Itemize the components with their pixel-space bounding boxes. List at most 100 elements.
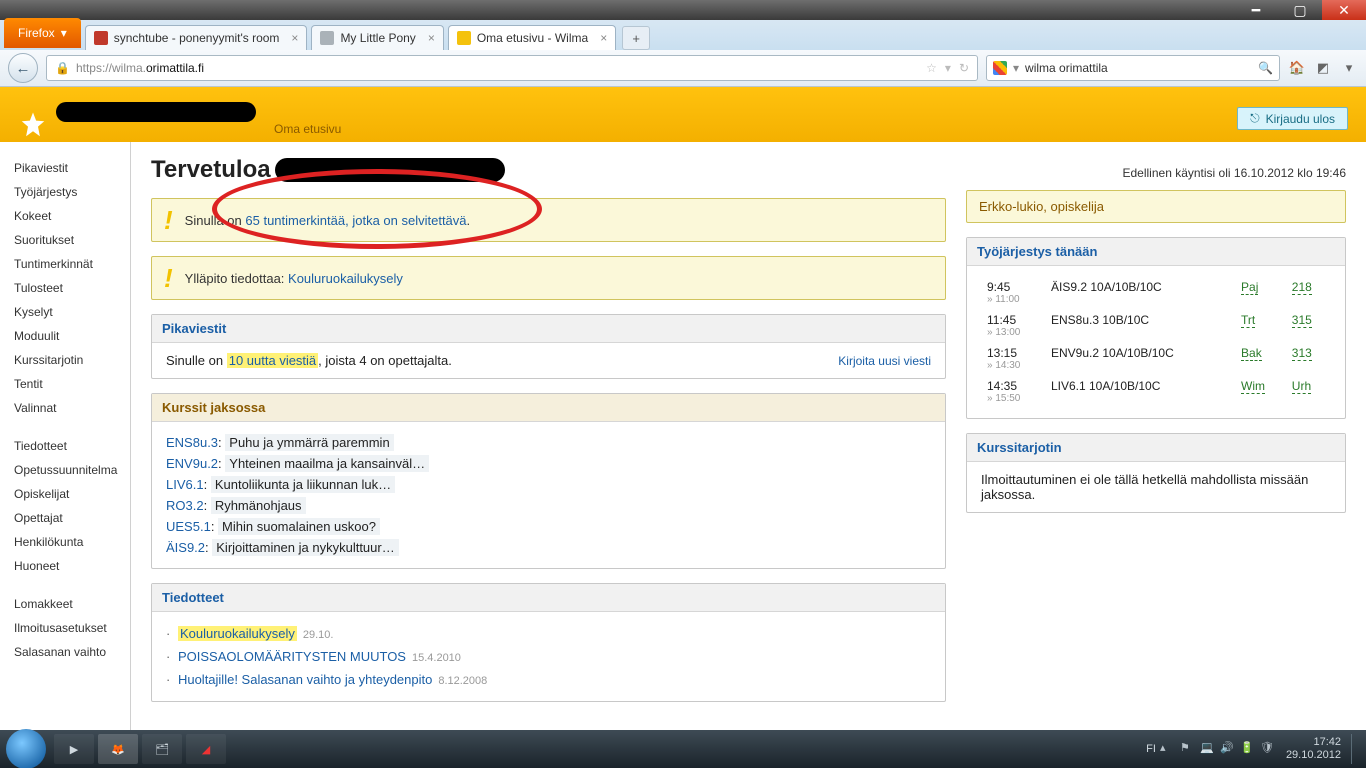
sidebar-item[interactable]: Työjärjestys <box>0 180 130 204</box>
language-indicator[interactable]: FI <box>1146 743 1156 755</box>
course-item[interactable]: ENV9u.2: Yhteinen maailma ja kansainväl… <box>166 453 931 474</box>
tray-network-icon[interactable]: 💻 <box>1200 741 1216 757</box>
tt-teacher-link[interactable]: Wim <box>1241 379 1265 394</box>
sidebar-item[interactable]: Lomakkeet <box>0 592 130 616</box>
tray-volume-icon[interactable]: 🔊 <box>1220 741 1236 757</box>
bulletin-link[interactable]: POISSAOLOMÄÄRITYSTEN MUUTOS <box>178 649 406 664</box>
new-tab-button[interactable]: + <box>622 26 650 50</box>
start-button[interactable] <box>6 729 46 768</box>
sidebar-item[interactable]: Opettajat <box>0 506 130 530</box>
sidebar-item[interactable]: Suoritukset <box>0 228 130 252</box>
course-code[interactable]: ENV9u.2 <box>166 456 218 471</box>
browser-tab[interactable]: My Little Pony× <box>311 25 443 50</box>
course-item[interactable]: ÄIS9.2: Kirjoittaminen ja nykykulttuur… <box>166 537 931 558</box>
tt-time: 11:45» 13:00 <box>981 309 1045 342</box>
tray-show-hidden-icon[interactable]: ▴ <box>1160 741 1176 757</box>
warning-icon: ! <box>164 207 173 233</box>
browser-search-bar[interactable]: ▾ wilma orimattila 🔍 <box>986 55 1280 81</box>
firefox-menu-button[interactable]: Firefox ▾ <box>4 18 81 48</box>
sidebar-item[interactable]: Ilmoitusasetukset <box>0 616 130 640</box>
tt-teacher-link[interactable]: Trt <box>1241 313 1255 328</box>
courses-panel: Kurssit jaksossa ENS8u.3: Puhu ja ymmärr… <box>151 393 946 569</box>
course-item[interactable]: ENS8u.3: Puhu ja ymmärrä paremmin <box>166 432 931 453</box>
back-button[interactable]: ← <box>8 53 38 83</box>
compose-message-link[interactable]: Kirjoita uusi viesti <box>838 354 931 368</box>
sidebar-item[interactable]: Opiskelijat <box>0 482 130 506</box>
course-code[interactable]: LIV6.1 <box>166 477 204 492</box>
course-item[interactable]: UES5.1: Mihin suomalainen uskoo? <box>166 516 931 537</box>
sidebar-item[interactable]: Opetussuunnitelma <box>0 458 130 482</box>
tt-room-link[interactable]: Urh <box>1292 379 1311 394</box>
tray-action-center-icon[interactable]: ⚑ <box>1180 741 1196 757</box>
window-close-button[interactable]: ✕ <box>1322 0 1366 20</box>
tray-security-icon[interactable]: 🛡 <box>1260 741 1276 757</box>
tt-teacher-link[interactable]: Paj <box>1241 280 1258 295</box>
reload-icon[interactable]: ↻ <box>959 61 969 75</box>
tt-room-link[interactable]: 218 <box>1292 280 1312 295</box>
browser-tab[interactable]: synchtube - ponenyymit's room× <box>85 25 308 50</box>
tt-teacher-link[interactable]: Bak <box>1241 346 1262 361</box>
url-text: https://wilma.orimattila.fi <box>76 61 204 75</box>
home-icon[interactable]: 🏠 <box>1288 59 1306 77</box>
sidebar-item[interactable]: Henkilökunta <box>0 530 130 554</box>
course-name: Ryhmänohjaus <box>211 497 306 514</box>
new-messages-link[interactable]: 10 uutta viestiä <box>227 353 318 368</box>
bookmark-star-icon[interactable]: ☆ <box>926 61 937 75</box>
sidebar-item[interactable]: Huoneet <box>0 554 130 578</box>
taskbar-clock[interactable]: 17:42 29.10.2012 <box>1286 736 1341 762</box>
tray-battery-icon[interactable]: 🔋 <box>1240 741 1256 757</box>
dropdown-indicator-icon[interactable]: ▾ <box>1013 61 1019 75</box>
tab-close-icon[interactable]: × <box>600 31 607 45</box>
sidebar-item[interactable]: Kurssitarjotin <box>0 348 130 372</box>
sidebar-item[interactable]: Kyselyt <box>0 300 130 324</box>
bulletin-link[interactable]: Huoltajille! Salasanan vaihto ja yhteyde… <box>178 672 432 687</box>
bulletin-item: Kouluruokailukysely 29.10. <box>166 622 931 645</box>
sidebar-item[interactable]: Tulosteet <box>0 276 130 300</box>
timetable-heading: Työjärjestys tänään <box>967 238 1345 266</box>
course-name: Puhu ja ymmärrä paremmin <box>225 434 393 451</box>
taskbar-app-explorer[interactable]: 🗂 <box>142 734 182 764</box>
tab-close-icon[interactable]: × <box>291 31 298 45</box>
chevron-down-icon[interactable]: ▾ <box>1340 59 1358 77</box>
sidebar-item[interactable]: Salasanan vaihto <box>0 640 130 664</box>
home-breadcrumb[interactable]: Oma etusivu <box>274 122 341 136</box>
bulletin-date: 29.10. <box>303 629 334 641</box>
dropdown-indicator-icon[interactable]: ▾ <box>945 61 951 75</box>
taskbar-app-mediaplayer[interactable]: ▶ <box>54 734 94 764</box>
sidebar-item[interactable]: Tuntimerkinnät <box>0 252 130 276</box>
course-code[interactable]: RO3.2 <box>166 498 204 513</box>
sidebar-item[interactable]: Tentit <box>0 372 130 396</box>
lock-icon: 🔒 <box>55 61 70 75</box>
browser-tab[interactable]: Oma etusivu - Wilma× <box>448 25 616 50</box>
course-code[interactable]: ENS8u.3 <box>166 435 218 450</box>
course-item[interactable]: RO3.2: Ryhmänohjaus <box>166 495 931 516</box>
url-bar[interactable]: 🔒 https://wilma.orimattila.fi ☆ ▾ ↻ <box>46 55 978 81</box>
wilma-logo-star-icon <box>18 110 48 140</box>
os-taskbar: ▶ 🦊 🗂 ◢ FI ▴ ⚑ 💻 🔊 🔋 🛡 17:42 29.10.2012 <box>0 730 1366 768</box>
tt-time: 9:45» 11:00 <box>981 276 1045 309</box>
show-desktop-button[interactable] <box>1351 734 1360 764</box>
course-code[interactable]: ÄIS9.2 <box>166 540 205 555</box>
course-code[interactable]: UES5.1 <box>166 519 211 534</box>
admin-announce-link[interactable]: Kouluruokailukysely <box>288 271 403 286</box>
sidebar-item[interactable]: Valinnat <box>0 396 130 420</box>
addon-icon[interactable]: ◩ <box>1314 59 1332 77</box>
tt-room-link[interactable]: 313 <box>1292 346 1312 361</box>
attendance-alert-link[interactable]: 65 tuntimerkintää, jotka on selvitettävä <box>245 213 466 228</box>
sidebar-item[interactable]: Moduulit <box>0 324 130 348</box>
window-minimize-button[interactable]: ━ <box>1234 0 1278 20</box>
taskbar-app-game[interactable]: ◢ <box>186 734 226 764</box>
logout-button[interactable]: ⎋ Kirjaudu ulos <box>1237 107 1348 130</box>
sidebar-item[interactable]: Kokeet <box>0 204 130 228</box>
course-item[interactable]: LIV6.1: Kuntoliikunta ja liikunnan luk… <box>166 474 931 495</box>
tt-room-link[interactable]: 315 <box>1292 313 1312 328</box>
sidebar-item[interactable]: Pikaviestit <box>0 156 130 180</box>
taskbar-app-firefox[interactable]: 🦊 <box>98 734 138 764</box>
window-maximize-button[interactable]: ▢ <box>1278 0 1322 20</box>
browser-tab-strip: Firefox ▾ synchtube - ponenyymit's room×… <box>0 20 1366 50</box>
sidebar-item[interactable]: Tiedotteet <box>0 434 130 458</box>
search-icon[interactable]: 🔍 <box>1258 61 1273 75</box>
tab-close-icon[interactable]: × <box>428 31 435 45</box>
logout-label: Kirjaudu ulos <box>1266 112 1335 126</box>
bulletin-link[interactable]: Kouluruokailukysely <box>178 626 297 641</box>
